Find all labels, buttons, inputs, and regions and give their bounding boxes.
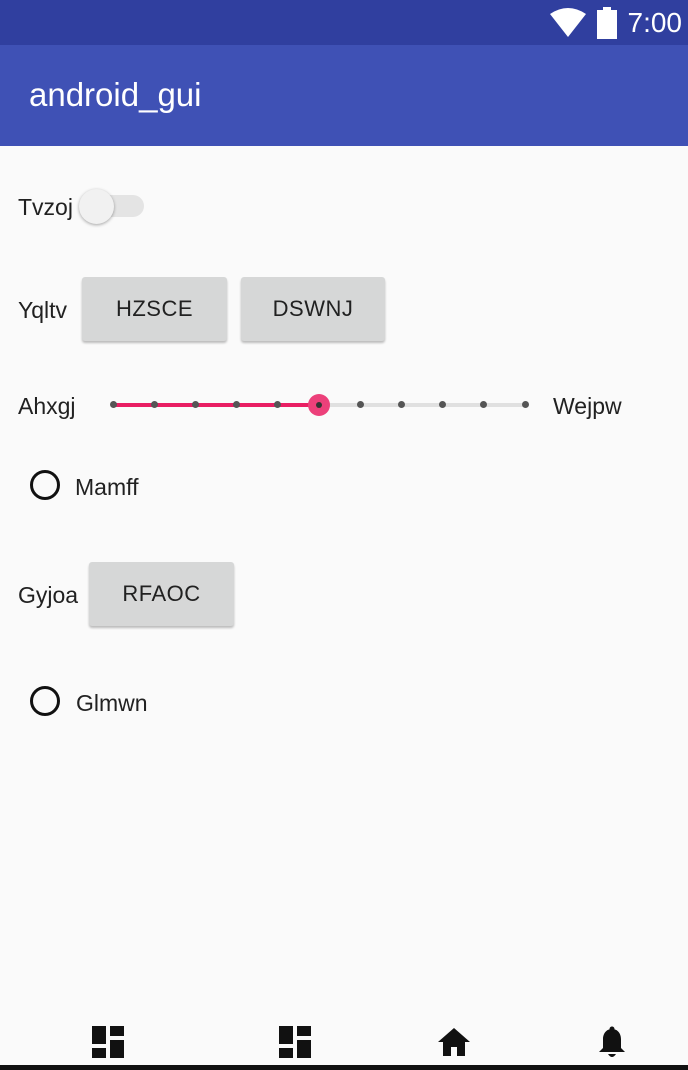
slider-max-label: Wejpw: [553, 393, 622, 419]
hzsce-button[interactable]: HZSCE: [82, 277, 227, 341]
slider-tick: [356, 401, 364, 408]
slider-tick: [191, 401, 199, 408]
radio-glmwn[interactable]: [30, 686, 60, 716]
slider-tick: [150, 401, 158, 408]
slider-tick: [397, 401, 405, 408]
switch-label: Tvzoj: [18, 194, 73, 220]
bottom-divider: [0, 1065, 688, 1070]
slider-min-label: Ahxgj: [18, 393, 76, 419]
switch-thumb[interactable]: [79, 189, 114, 224]
radio-mamff[interactable]: [30, 470, 60, 500]
radio-glmwn-label[interactable]: Glmwn: [76, 690, 148, 717]
notifications-icon[interactable]: [597, 1026, 627, 1060]
discrete-slider[interactable]: [106, 387, 534, 423]
status-icons: 7:00: [549, 0, 683, 45]
rfaoc-button[interactable]: RFAOC: [89, 562, 234, 626]
bottom-navigation: [0, 1018, 688, 1070]
slider-tick: [521, 401, 529, 408]
radio-mamff-label[interactable]: Mamff: [75, 474, 138, 501]
buttons-row-label: Yqltv: [18, 297, 68, 323]
status-time: 7:00: [627, 6, 683, 38]
slider-thumb-dot: [316, 402, 322, 408]
home-icon[interactable]: [436, 1026, 472, 1058]
dswnj-button[interactable]: DSWNJ: [241, 277, 385, 341]
button-row-label: Gyjoa: [18, 582, 79, 608]
slider-fill: [113, 403, 319, 407]
battery-icon: [596, 6, 617, 39]
app-title: android_gui: [29, 76, 202, 113]
status-bar: 7:00: [0, 0, 688, 45]
dashboard-icon[interactable]: [92, 1026, 124, 1058]
wifi-icon: [549, 7, 586, 37]
slider-thumb[interactable]: [308, 394, 330, 416]
slider-tick: [109, 401, 117, 408]
dashboard-icon[interactable]: [279, 1026, 311, 1058]
app-bar: android_gui: [0, 45, 688, 146]
